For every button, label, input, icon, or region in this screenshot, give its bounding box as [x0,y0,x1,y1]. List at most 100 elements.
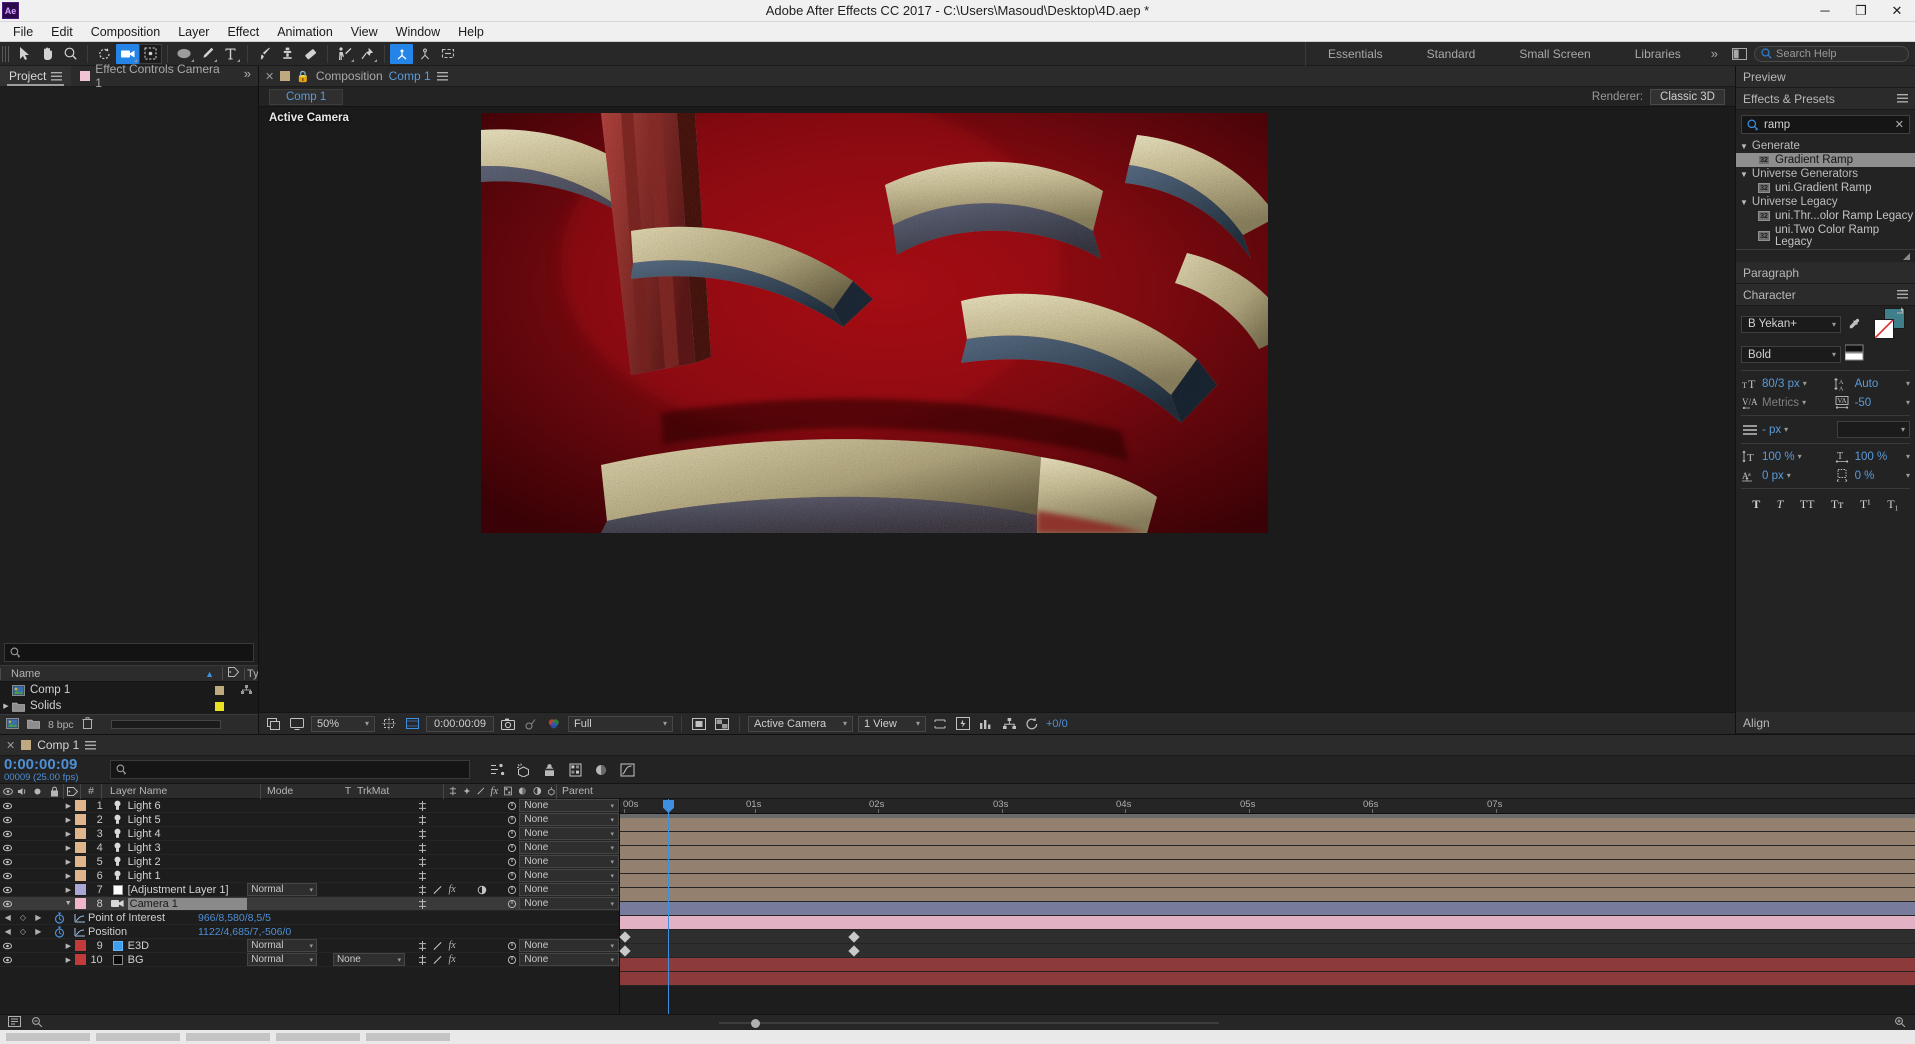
show-snapshot-icon[interactable] [522,716,540,732]
menu-view[interactable]: View [342,22,387,42]
new-comp-icon[interactable] [6,717,19,732]
layer-mode-select[interactable]: Normal ▾ [247,883,317,896]
effects-presets-panel-header[interactable]: Effects & Presets [1736,88,1915,110]
timeline-zoom-in-icon[interactable] [1894,1016,1907,1030]
shy-switch-icon[interactable] [415,940,430,951]
lock-icon[interactable]: 🔒 [296,70,310,83]
orbit-camera-tool-icon[interactable] [413,44,436,64]
puppet-pin-tool-icon[interactable] [356,44,379,64]
property-row-point-of-interest[interactable]: ◀ ◇ ▶ Point of Interest 966/8,580/8,5/5 [0,911,619,925]
parent-select[interactable]: None ▾ [519,827,620,840]
layer-trkmat-select[interactable]: None ▾ [332,953,415,966]
clear-search-icon[interactable]: ✕ [1895,118,1904,131]
column-header-type[interactable]: Typ [244,667,258,680]
workspace-tab-standard[interactable]: Standard [1405,42,1498,65]
effect-uni-three-color-ramp-legacy[interactable]: 32 uni.Thr...olor Ramp Legacy [1736,209,1915,223]
pickwhip-icon[interactable] [504,857,519,867]
parent-select[interactable]: None ▾ [519,799,620,812]
table-row[interactable]: ▶ 4 Light 3 None ▾ [0,841,620,855]
pickwhip-icon[interactable] [504,871,519,881]
expand-layer-icon[interactable]: ▶ [62,844,75,852]
hide-shy-layers-icon[interactable] [536,759,562,781]
video-toggle-icon[interactable] [0,816,15,824]
layer-name[interactable]: Light 1 [128,870,248,882]
video-toggle-icon[interactable] [0,844,15,852]
effects-switch-icon[interactable]: fx [445,884,460,895]
close-timeline-tab-icon[interactable]: ✕ [6,739,15,752]
workspace-overflow-icon[interactable]: » [1703,46,1726,61]
exposure-offset-value[interactable]: +0/0 [1046,718,1068,730]
pickwhip-icon[interactable] [504,815,519,825]
stopwatch-icon[interactable] [46,912,72,924]
effects-category-universe-generators[interactable]: ▼ Universe Generators [1736,167,1915,181]
taskbar-item[interactable] [6,1033,90,1041]
parent-select[interactable]: None ▾ [519,841,620,854]
project-zoom-slider[interactable] [110,720,221,729]
layer-mode-select[interactable]: Normal ▾ [247,953,317,966]
timeline-track[interactable] [620,818,1915,832]
eraser-tool-icon[interactable] [299,44,322,64]
delete-item-icon[interactable] [82,717,93,732]
small-caps-button[interactable]: Tᴛ [1831,497,1844,512]
subscript-button[interactable]: T₁ [1887,497,1899,512]
minimize-button[interactable]: ─ [1807,0,1843,21]
taskbar-item[interactable] [366,1033,450,1041]
tab-effect-controls[interactable]: Effect Controls Camera 1 [71,62,237,90]
mode-header[interactable]: Mode [261,784,339,798]
menu-composition[interactable]: Composition [82,22,169,42]
expand-layer-icon[interactable]: ▶ [62,816,75,824]
next-keyframe-icon[interactable]: ▶ [35,913,41,922]
layer-name[interactable]: Light 5 [128,814,248,826]
fast-previews-icon[interactable] [954,716,972,732]
timeline-track-camera[interactable] [620,916,1915,930]
layer-label-color[interactable] [74,842,86,853]
clone-stamp-tool-icon[interactable] [276,44,299,64]
camera-view-select[interactable]: Active Camera ▾ [748,715,853,732]
draft-3d-icon[interactable] [510,759,536,781]
swap-fill-stroke-icon[interactable] [1896,306,1906,315]
faux-italic-button[interactable]: T [1777,497,1784,512]
property-value[interactable]: 966/8,580/8,5/5 [198,912,271,924]
expand-layer-icon[interactable]: ▶ [62,858,75,866]
bit-depth-label[interactable]: 8 bpc [48,719,74,731]
faux-bold-button[interactable]: T [1752,497,1760,512]
channel-rgb-icon[interactable] [545,716,563,732]
unified-camera-tool-icon[interactable] [390,43,413,64]
effect-uni-two-color-ramp-legacy[interactable]: 32 uni.Two Color Ramp Legacy [1736,223,1915,249]
composition-mini-flowchart-icon[interactable] [484,759,510,781]
table-row[interactable]: ▶ 6 Light 1 None ▾ [0,869,620,883]
shy-switch-icon[interactable] [415,828,430,839]
layer-label-color[interactable] [74,800,86,811]
zoom-level-select[interactable]: 50% ▾ [311,715,375,732]
timeline-track-area[interactable] [619,814,1915,986]
table-row[interactable]: ▶ 2 Light 5 None ▾ [0,813,620,827]
pickwhip-icon[interactable] [504,801,519,811]
video-toggle-icon[interactable] [0,900,15,908]
layer-label-color[interactable] [74,940,86,951]
layer-name[interactable]: Light 6 [128,800,248,812]
quality-switch-icon[interactable] [430,941,445,951]
shy-switch-icon[interactable] [415,898,430,909]
shy-switch-icon[interactable] [415,856,430,867]
default-colors-icon[interactable] [1844,344,1867,365]
paragraph-panel-header[interactable]: Paragraph [1736,262,1915,284]
video-toggle-icon[interactable] [0,858,15,866]
pickwhip-icon[interactable] [504,955,519,965]
expand-layer-icon[interactable]: ▶ [62,942,75,950]
time-ruler[interactable]: 00s 01s 02s 03s 04s 05s 06s 07s [620,799,1915,814]
table-row[interactable]: ▶ 9 E3D Normal ▾ fx None ▾ [0,939,620,953]
expand-layer-icon[interactable]: ▶ [62,956,75,964]
fill-stroke-color-control[interactable] [1866,306,1906,340]
layer-label-color[interactable] [74,954,86,965]
prev-keyframe-icon[interactable]: ◀ [5,913,11,922]
pan-behind-tool-icon[interactable] [139,43,162,64]
resolution-select[interactable]: Full ▾ [568,715,673,732]
layer-mode-select[interactable]: Normal ▾ [247,939,317,952]
effect-gradient-ramp[interactable]: 32 Gradient Ramp [1736,153,1915,167]
layer-label-color[interactable] [74,870,86,881]
layer-label-color[interactable] [74,884,86,895]
timeline-track[interactable] [620,958,1915,972]
taskbar-item[interactable] [276,1033,360,1041]
timeline-search-input[interactable] [110,760,470,779]
pickwhip-icon[interactable] [504,885,519,895]
